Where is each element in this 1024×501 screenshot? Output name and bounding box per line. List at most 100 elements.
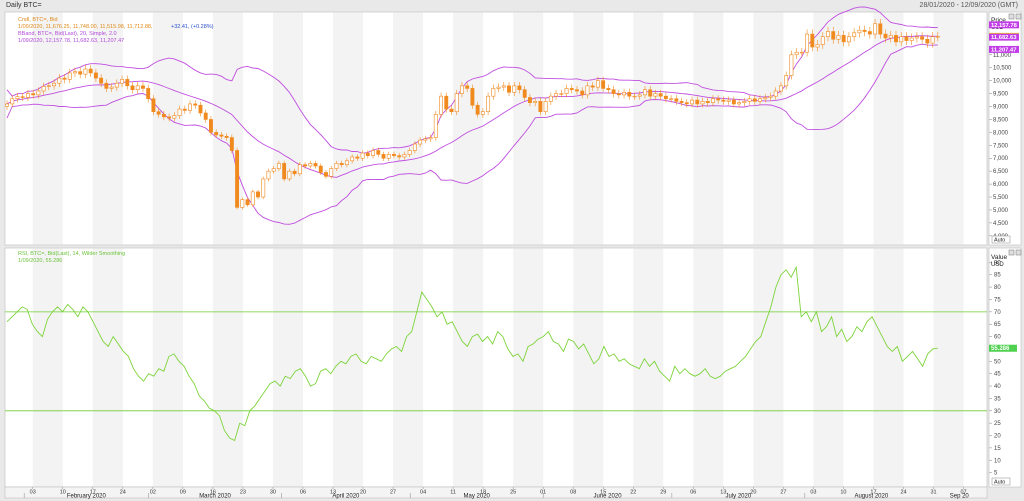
price-tick-label: 5,000 (993, 208, 1009, 214)
week-shade (272, 248, 303, 487)
candle (151, 98, 156, 112)
candle (313, 163, 318, 167)
rsi-tick-label: 85 (994, 273, 1001, 279)
x-day-label: 23 (240, 490, 246, 496)
panel-menu-icon (1008, 13, 1015, 20)
candle (198, 104, 203, 114)
candle (381, 154, 386, 159)
candle (768, 95, 773, 98)
candle (62, 77, 67, 80)
candle (590, 85, 595, 88)
candle (334, 163, 339, 169)
candle (88, 68, 93, 74)
x-month-label: April 2020 (332, 494, 360, 500)
candle (193, 103, 198, 106)
x-day-label: 20 (750, 490, 756, 496)
week-shade (272, 12, 303, 245)
rsi-legend-line1: RSI, BTC=, Bid(Last), 14, Wilder Smoothi… (18, 251, 125, 257)
candle (167, 116, 172, 119)
week-shade (212, 12, 243, 245)
candle (214, 132, 219, 136)
price-legend-line4: 1/09/2020, 12,157.78, 11,682.63, 11,207.… (18, 38, 124, 44)
price-tick-label: 5,500 (993, 195, 1009, 201)
week-shade (32, 248, 63, 487)
chart-canvas[interactable]: 11,000 10,500 10,000 9,500 9,000 8,500 8,000 7,… (0, 0, 1024, 501)
x-day-label: 30 (270, 490, 276, 496)
candle (15, 96, 20, 100)
rsi-tick-label: 75 (994, 297, 1001, 303)
x-day-label: 20 (360, 490, 366, 496)
candle (716, 98, 721, 101)
candle (444, 95, 449, 110)
candle (318, 165, 323, 173)
candle (669, 98, 674, 100)
candle (920, 36, 925, 40)
week-shade (873, 248, 904, 487)
candle (78, 71, 83, 75)
x-day-label: 24 (120, 490, 126, 496)
rsi-axis-unit: USD (991, 262, 1004, 268)
candle (146, 88, 151, 100)
candle (799, 51, 804, 54)
candle (747, 98, 752, 102)
candle (878, 23, 883, 35)
week-shade (32, 12, 63, 245)
bband-lower-flag-label: 11,207.47 (991, 47, 1016, 53)
candle (711, 98, 715, 103)
candle (867, 31, 872, 35)
x-day-label: 27 (390, 490, 396, 496)
price-tick-label: 11,000 (993, 53, 1012, 59)
candle (418, 139, 423, 145)
candle (888, 35, 893, 39)
candle (512, 85, 517, 93)
rsi-tick-label: 20 (994, 434, 1001, 440)
price-tick-label: 10,500 (993, 66, 1012, 72)
candle (663, 95, 668, 100)
x-month-label: August 2020 (854, 494, 888, 500)
candle (831, 31, 836, 40)
candle (705, 101, 710, 103)
candle (637, 94, 642, 97)
price-tick-label: 4,500 (993, 221, 1009, 227)
candle (695, 99, 700, 105)
candle (742, 101, 747, 103)
candle (883, 33, 888, 39)
rsi-tick-label: 80 (994, 285, 1001, 291)
week-shade (633, 12, 664, 245)
candle (20, 96, 25, 98)
price-tick-label: 7,000 (993, 156, 1009, 162)
candle (810, 33, 815, 48)
candle (533, 101, 538, 103)
candle (538, 101, 543, 112)
candle (852, 32, 857, 37)
candle (606, 88, 611, 91)
candle (454, 93, 459, 112)
candle (261, 178, 266, 198)
rsi-tick-label: 25 (994, 421, 1001, 427)
x-day-label: 03 (30, 490, 36, 496)
candle (172, 115, 177, 119)
candle (449, 108, 454, 112)
candle (282, 163, 287, 180)
x-day-label: 24 (900, 490, 906, 496)
candle (684, 102, 689, 105)
candle (125, 79, 130, 87)
candle (763, 97, 768, 100)
candle (585, 85, 590, 96)
candle (360, 152, 365, 159)
candle (773, 90, 778, 97)
candle (496, 86, 501, 89)
candle (841, 35, 846, 43)
candle (805, 33, 810, 53)
candle (141, 85, 145, 89)
candle (297, 164, 302, 175)
rsi-tick-label: 40 (994, 384, 1001, 390)
week-shade (753, 12, 784, 245)
candle (41, 86, 46, 92)
price-auto-label: Auto (994, 238, 1005, 244)
week-shade (333, 248, 364, 487)
candle (83, 68, 88, 75)
candle (397, 155, 402, 158)
x-day-label: 31 (930, 490, 936, 496)
candle (914, 36, 919, 39)
